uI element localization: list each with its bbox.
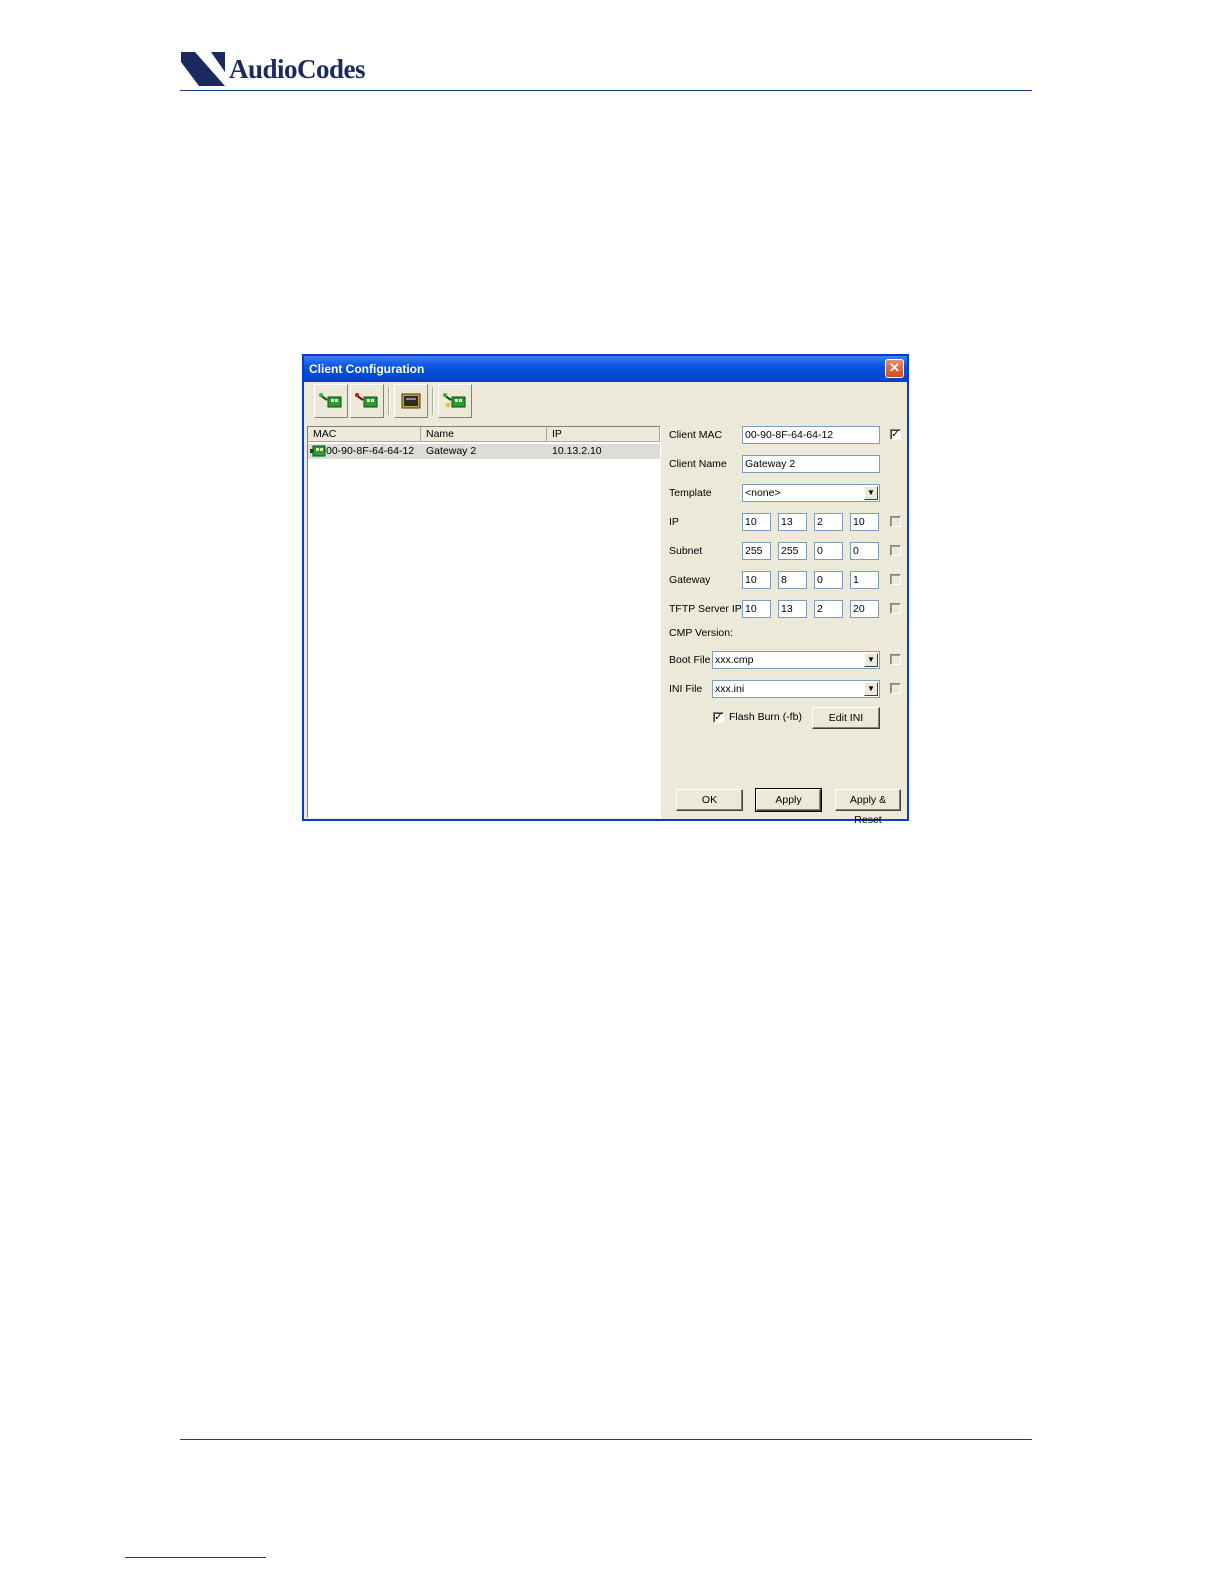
tftp-octet-2[interactable]: 13 — [778, 600, 807, 618]
add-client-icon — [319, 393, 342, 408]
subnet-octet-1[interactable]: 255 — [742, 542, 771, 560]
dialog-title: Client Configuration — [309, 362, 425, 376]
gateway-octet-1[interactable]: 10 — [742, 571, 771, 589]
apply-reset-button[interactable]: Apply & Reset — [835, 789, 901, 826]
toolbar-separator — [432, 387, 434, 415]
footer-rule — [180, 1439, 1032, 1440]
tftp-octet-3[interactable]: 2 — [814, 600, 843, 618]
chevron-down-icon[interactable]: ▼ — [864, 653, 878, 667]
ini-file-checkbox[interactable] — [890, 683, 901, 694]
ini-file-select[interactable]: xxx.ini ▼ — [712, 680, 880, 698]
row-name: Gateway 2 — [426, 445, 477, 457]
boot-file-value: xxx.cmp — [715, 654, 754, 666]
logo-text: AudioCodes — [229, 53, 366, 84]
ip-label: IP — [669, 516, 679, 528]
audiocodes-logo-icon — [181, 52, 225, 86]
ip-checkbox[interactable] — [890, 516, 901, 527]
template-select[interactable]: <none> ▼ — [742, 484, 880, 502]
gateway-icon — [310, 445, 326, 457]
ip-octet-4[interactable]: 10 — [850, 513, 879, 531]
boot-file-label: Boot File — [669, 654, 711, 666]
chevron-down-icon[interactable]: ▼ — [864, 486, 878, 500]
add-client-button[interactable] — [314, 384, 348, 418]
subnet-octet-3[interactable]: 0 — [814, 542, 843, 560]
apply-button[interactable]: Apply — [755, 788, 822, 812]
audiocodes-logo: AudioCodes — [181, 51, 366, 87]
template-icon — [401, 393, 421, 409]
flash-burn-checkbox[interactable]: ✓ — [713, 712, 724, 723]
ip-octet-1[interactable]: 10 — [742, 513, 771, 531]
cmp-version-label: CMP Version: — [669, 627, 733, 639]
subnet-label: Subnet — [669, 545, 703, 557]
column-header-name[interactable]: Name — [421, 427, 547, 442]
gateway-octet-2[interactable]: 8 — [778, 571, 807, 589]
gateway-octet-4[interactable]: 1 — [850, 571, 879, 589]
ini-file-label: INI File — [669, 683, 703, 695]
footnote-rule — [125, 1557, 266, 1558]
boot-file-select[interactable]: xxx.cmp ▼ — [712, 651, 880, 669]
subnet-octet-2[interactable]: 255 — [778, 542, 807, 560]
ip-octet-2[interactable]: 13 — [778, 513, 807, 531]
column-header-ip[interactable]: IP — [547, 427, 660, 442]
ini-file-value: xxx.ini — [715, 683, 745, 695]
column-header-mac[interactable]: MAC — [308, 427, 421, 442]
gateway-label: Gateway — [669, 574, 711, 586]
client-settings-icon — [443, 393, 466, 408]
close-button[interactable]: ✕ — [885, 359, 904, 378]
subnet-octet-4[interactable]: 0 — [850, 542, 879, 560]
client-list[interactable]: MAC Name IP 00-90-8F-64-64-12 Gateway 2 … — [307, 426, 661, 818]
template-value: <none> — [745, 487, 781, 499]
tftp-octet-1[interactable]: 10 — [742, 600, 771, 618]
tftp-server-ip-label: TFTP Server IP — [669, 603, 742, 615]
tftp-checkbox[interactable] — [890, 603, 901, 614]
client-mac-checkbox[interactable]: ✓ — [890, 429, 901, 440]
flash-burn-label: Flash Burn (-fb) — [729, 711, 802, 723]
client-name-label: Client Name — [669, 458, 727, 470]
row-ip: 10.13.2.10 — [552, 445, 602, 457]
template-button[interactable] — [394, 384, 428, 418]
tftp-octet-4[interactable]: 20 — [850, 600, 879, 618]
client-name-field[interactable]: Gateway 2 — [742, 455, 880, 473]
gateway-octet-3[interactable]: 0 — [814, 571, 843, 589]
chevron-down-icon[interactable]: ▼ — [864, 682, 878, 696]
header-rule — [180, 90, 1032, 91]
remove-client-button[interactable] — [350, 384, 384, 418]
client-settings-button[interactable] — [438, 384, 472, 418]
close-icon: ✕ — [889, 360, 900, 375]
template-label: Template — [669, 487, 712, 499]
toolbar-separator — [388, 387, 390, 415]
title-bar[interactable]: Client Configuration ✕ — [304, 356, 907, 382]
list-header: MAC Name IP — [308, 427, 660, 442]
edit-ini-button[interactable]: Edit INI — [812, 707, 880, 729]
list-item[interactable]: 00-90-8F-64-64-12 Gateway 2 10.13.2.10 — [308, 444, 660, 459]
client-mac-field[interactable]: 00-90-8F-64-64-12 — [742, 426, 880, 444]
ok-button[interactable]: OK — [676, 789, 743, 811]
ip-octet-3[interactable]: 2 — [814, 513, 843, 531]
boot-file-checkbox[interactable] — [890, 654, 901, 665]
row-mac: 00-90-8F-64-64-12 — [326, 445, 415, 457]
gateway-checkbox[interactable] — [890, 574, 901, 585]
client-configuration-dialog: Client Configuration ✕ MAC Name IP 00-90… — [302, 354, 909, 826]
remove-client-icon — [355, 393, 378, 408]
subnet-checkbox[interactable] — [890, 545, 901, 556]
client-mac-label: Client MAC — [669, 429, 723, 441]
